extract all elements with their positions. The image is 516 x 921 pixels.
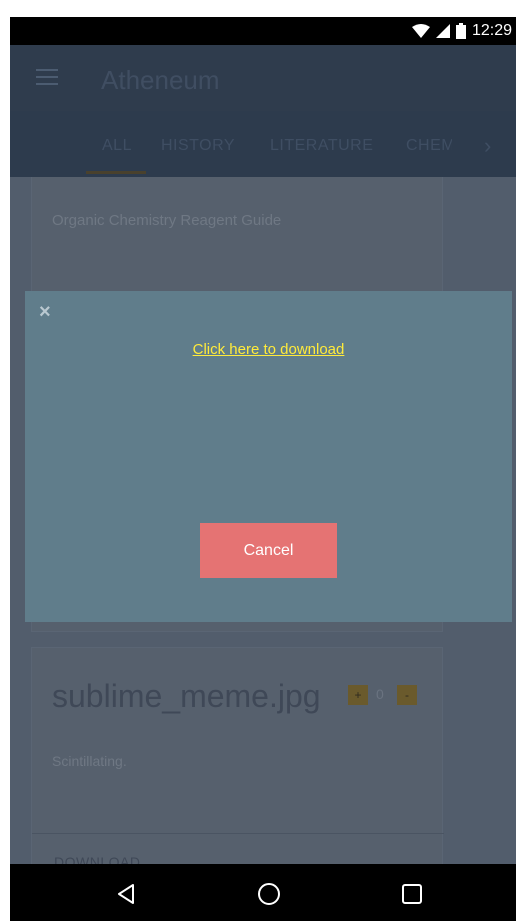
tab-literature[interactable]: LITERATURE bbox=[270, 137, 373, 155]
navigation-bar bbox=[10, 864, 516, 921]
app-title: Atheneum bbox=[101, 65, 220, 95]
app-bar: Atheneum bbox=[10, 45, 516, 111]
recents-icon[interactable] bbox=[399, 881, 425, 907]
wifi-icon bbox=[411, 24, 430, 38]
home-icon[interactable] bbox=[256, 881, 282, 907]
card-title: sublime_meme.jpg bbox=[52, 678, 321, 714]
download-button[interactable]: DOWNLOAD bbox=[54, 854, 140, 864]
document-card[interactable]: sublime_meme.jpg + 0 - Scintillating. DO… bbox=[31, 647, 444, 864]
tab-all[interactable]: ALL bbox=[102, 137, 132, 155]
tab-history[interactable]: HISTORY bbox=[161, 137, 235, 155]
download-link[interactable]: Click here to download bbox=[25, 341, 512, 358]
signal-icon bbox=[435, 24, 450, 38]
screen: 12:29 Atheneum ALL HISTORY LITERATURE CH… bbox=[0, 0, 516, 921]
hamburger-menu-icon[interactable] bbox=[36, 69, 58, 87]
tab-chemistry[interactable]: CHEM bbox=[406, 137, 452, 155]
upvote-button[interactable]: + bbox=[348, 685, 368, 705]
status-bar: 12:29 bbox=[10, 17, 516, 45]
tab-indicator bbox=[86, 171, 146, 174]
cancel-button[interactable]: Cancel bbox=[200, 523, 337, 578]
card-title: Organic Chemistry Reagent Guide bbox=[52, 212, 282, 229]
status-time: 12:29 bbox=[471, 22, 512, 39]
back-icon[interactable] bbox=[113, 881, 139, 907]
vote-count: 0 bbox=[376, 686, 384, 702]
downvote-button[interactable]: - bbox=[397, 685, 417, 705]
close-icon[interactable]: × bbox=[39, 301, 51, 324]
status-icons: 12:29 bbox=[411, 21, 512, 41]
download-dialog: × Click here to download Cancel bbox=[25, 291, 512, 622]
battery-icon bbox=[455, 23, 466, 39]
tabs-bar: ALL HISTORY LITERATURE CHEM › bbox=[10, 111, 516, 177]
card-description: Scintillating. bbox=[52, 753, 127, 769]
chevron-right-icon[interactable]: › bbox=[484, 133, 491, 159]
card-divider bbox=[32, 833, 444, 834]
